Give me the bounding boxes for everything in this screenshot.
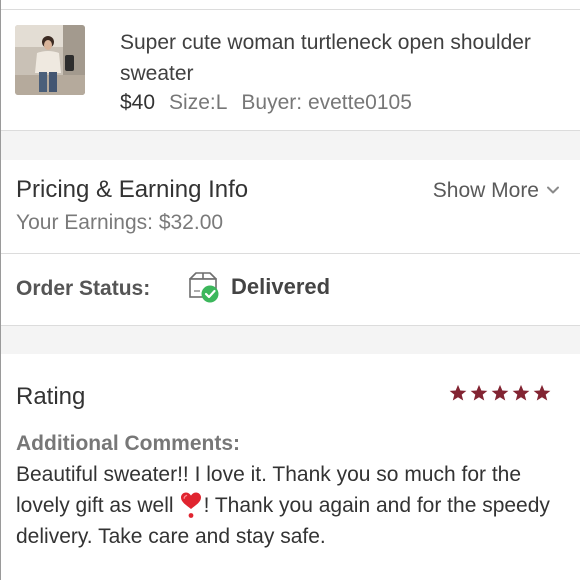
section-gap — [1, 326, 580, 354]
show-more-button[interactable]: Show More — [433, 177, 561, 205]
star-icon — [470, 384, 488, 401]
product-price: $40 — [120, 91, 156, 114]
top-divider — [1, 0, 580, 10]
star-icon — [533, 384, 551, 401]
pricing-section: Pricing & Earning Info Your Earnings: $3… — [1, 160, 580, 254]
pricing-heading: Pricing & Earning Info — [16, 176, 249, 203]
buyer-username[interactable]: Buyer: evette0105 — [241, 91, 411, 114]
order-status-row: Order Status: Delivered — [1, 254, 580, 326]
order-details-screen: Super cute woman turtleneck open shoulde… — [0, 0, 580, 580]
order-status-label: Order Status: — [16, 277, 151, 300]
section-gap — [1, 131, 580, 160]
product-summary[interactable]: Super cute woman turtleneck open shoulde… — [1, 11, 580, 131]
product-photo-icon — [15, 25, 85, 95]
box-delivered-check-icon — [189, 272, 219, 303]
product-title[interactable]: Super cute woman turtleneck open shoulde… — [120, 27, 560, 89]
star-icon — [512, 384, 530, 401]
earnings-value: Your Earnings: $32.00 — [16, 211, 224, 234]
rating-section: Rating Additional Comments: Beautiful sw… — [1, 354, 580, 580]
star-icon — [449, 384, 467, 401]
product-meta: $40 Size:L Buyer: evette0105 — [120, 89, 412, 117]
show-more-label: Show More — [432, 179, 539, 202]
rating-heading: Rating — [16, 383, 86, 410]
product-size: Size:L — [169, 91, 228, 114]
additional-comments-label: Additional Comments: — [16, 432, 240, 455]
product-thumbnail[interactable] — [15, 25, 85, 95]
star-icon — [491, 384, 509, 401]
buyer-comment: Beautiful sweater!! I love it. Thank you… — [16, 459, 568, 552]
order-status-value: Delivered — [231, 274, 331, 299]
chevron-down-icon — [547, 186, 559, 194]
red-heart-exclamation-icon — [180, 492, 201, 518]
star-rating — [449, 384, 551, 402]
